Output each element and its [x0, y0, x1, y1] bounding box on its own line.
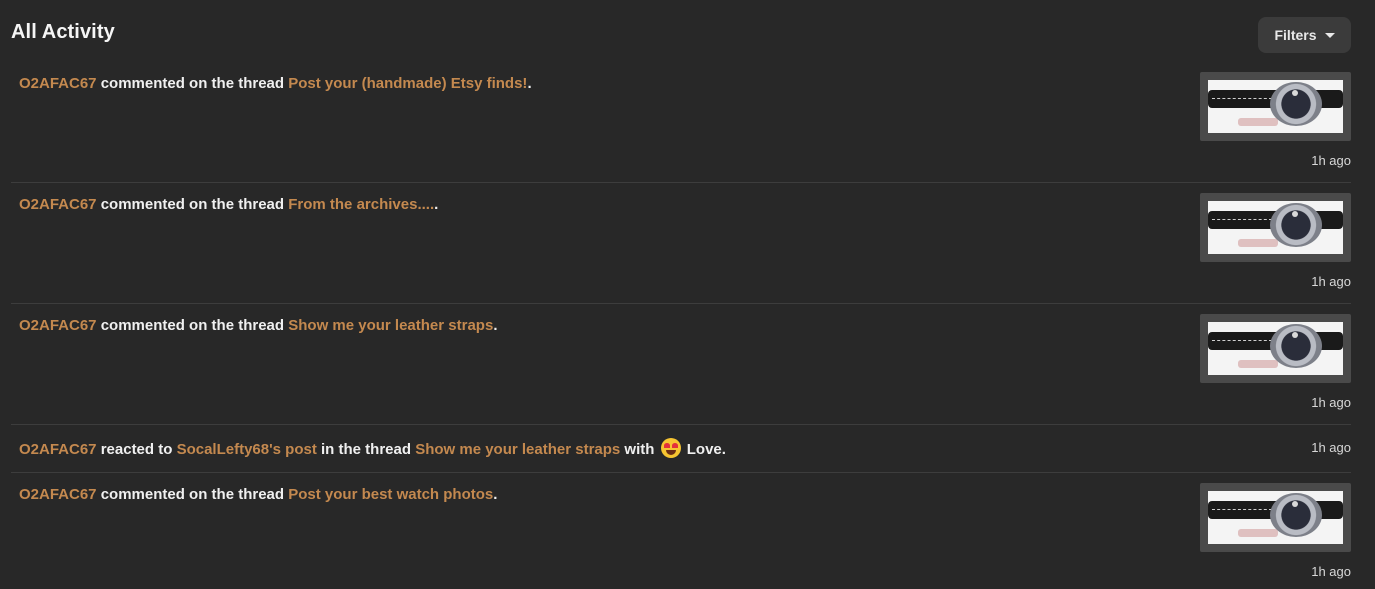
activity-text: O2AFAC67 commented on the thread Show me… — [19, 317, 498, 334]
activity-item: O2AFAC67 commented on the thread From th… — [11, 183, 1351, 304]
activity-page: All Activity Filters O2AFAC67 commented … — [0, 0, 1375, 589]
watch-thumbnail[interactable] — [1200, 72, 1351, 141]
heart-eyes-emoji-icon — [660, 438, 681, 458]
timestamp: 1h ago — [1311, 440, 1351, 455]
activity-item: O2AFAC67 commented on the thread Post yo… — [11, 62, 1351, 183]
page-title: All Activity — [11, 21, 115, 43]
timestamp: 1h ago — [1311, 153, 1351, 168]
watch-thumbnail[interactable] — [1200, 314, 1351, 383]
filters-label: Filters — [1274, 27, 1317, 43]
timestamp: 1h ago — [1311, 564, 1351, 579]
timestamp: 1h ago — [1311, 274, 1351, 289]
activity-list: O2AFAC67 commented on the thread Post yo… — [11, 62, 1351, 589]
activity-item: O2AFAC67 commented on the thread Post yo… — [11, 473, 1351, 589]
watch-thumbnail[interactable] — [1200, 483, 1351, 552]
activity-text: O2AFAC67 commented on the thread Post yo… — [19, 486, 498, 503]
thumbnail-image — [1208, 80, 1343, 133]
thread-link[interactable]: Show me your leather straps — [288, 317, 493, 334]
post-link[interactable]: SocalLefty68's post — [177, 441, 317, 458]
caret-down-icon — [1324, 33, 1335, 38]
user-link[interactable]: O2AFAC67 — [19, 486, 97, 503]
reaction-label: Love — [686, 441, 722, 458]
page-header: All Activity Filters — [11, 17, 1351, 53]
activity-text: O2AFAC67 reacted to SocalLefty68's post … — [19, 438, 726, 458]
thread-link[interactable]: Post your best watch photos — [288, 486, 493, 503]
watch-thumbnail[interactable] — [1200, 193, 1351, 262]
user-link[interactable]: O2AFAC67 — [19, 196, 97, 213]
thread-link[interactable]: Show me your leather straps — [415, 441, 620, 458]
thumbnail-image — [1208, 201, 1343, 254]
activity-item: O2AFAC67 commented on the thread Show me… — [11, 304, 1351, 425]
timestamp: 1h ago — [1311, 395, 1351, 410]
thread-link[interactable]: Post your (handmade) Etsy finds! — [288, 75, 527, 92]
user-link[interactable]: O2AFAC67 — [19, 75, 97, 92]
user-link[interactable]: O2AFAC67 — [19, 317, 97, 334]
activity-text: O2AFAC67 commented on the thread From th… — [19, 196, 439, 213]
activity-item: O2AFAC67 reacted to SocalLefty68's post … — [11, 425, 1351, 473]
thumbnail-image — [1208, 491, 1343, 544]
filters-button[interactable]: Filters — [1258, 17, 1351, 53]
thread-link[interactable]: From the archives.... — [288, 196, 434, 213]
activity-text: O2AFAC67 commented on the thread Post yo… — [19, 75, 532, 92]
thumbnail-image — [1208, 322, 1343, 375]
user-link[interactable]: O2AFAC67 — [19, 441, 97, 458]
